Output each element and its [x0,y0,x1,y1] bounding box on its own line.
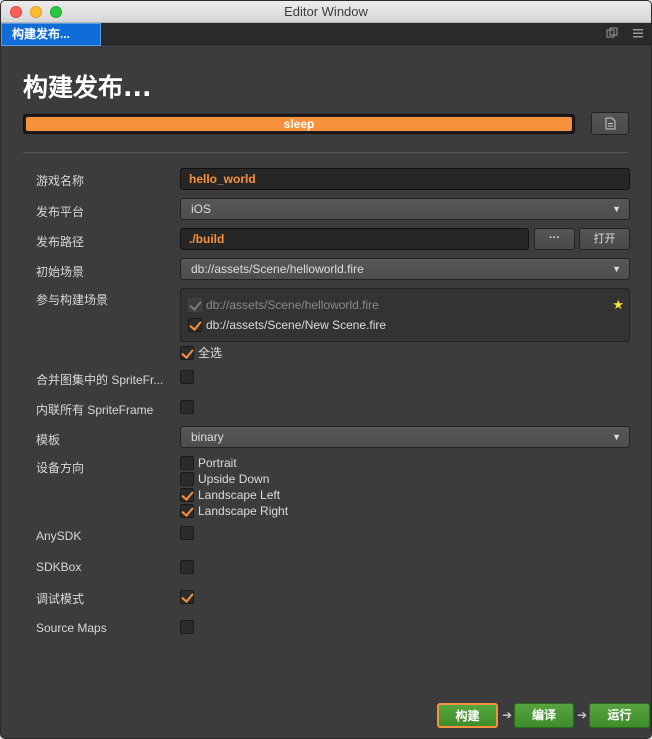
chevron-down-icon: ▼ [612,204,621,214]
select-all-label: 全选 [198,346,223,360]
template-label: 模板 [36,433,61,447]
game-name-input[interactable]: hello_world [180,168,630,190]
start-scene-label: 初始场景 [36,265,85,279]
scene-checkbox[interactable] [188,318,202,332]
landscape-left-checkbox[interactable] [180,488,194,502]
open-path-button[interactable]: 打开 [579,228,630,250]
landscape-left-label: Landscape Left [198,488,281,502]
tab-tools [605,27,645,41]
close-window-button[interactable] [10,6,22,18]
template-value: binary [191,430,224,444]
build-panel: 构建发布... sleep 游戏名称 hello_world 发布平台 iOS … [1,46,651,738]
orientation-landscape-left[interactable]: Landscape Left [180,488,280,502]
scene-path: db://assets/Scene/helloworld.fire [206,298,379,312]
window-title: Editor Window [284,4,368,19]
debug-mode-checkbox[interactable] [180,590,194,604]
orientation-label: 设备方向 [36,461,85,475]
template-select[interactable]: binary ▼ [180,426,630,448]
popout-icon[interactable] [605,27,619,41]
inline-spriteframe-checkbox[interactable] [180,400,194,414]
upside-down-checkbox[interactable] [180,472,194,486]
build-path-label: 发布路径 [36,235,85,249]
orientation-landscape-right[interactable]: Landscape Right [180,504,288,518]
orientation-upside-down[interactable]: Upside Down [180,472,269,486]
source-maps-checkbox[interactable] [180,620,194,634]
open-docs-button[interactable] [591,112,629,135]
game-name-label: 游戏名称 [36,174,85,188]
star-icon: ★ [612,297,624,312]
debug-mode-label: 调试模式 [36,592,85,606]
progress-status: sleep [283,117,315,131]
platform-value: iOS [191,202,212,216]
divider [23,152,629,153]
tab-build-publish[interactable]: 构建发布... [1,23,101,46]
editor-window: Editor Window 构建发布... 构建发布... sleep 游戏名称… [0,0,652,739]
build-progress-bar: sleep [23,114,575,134]
scene-item: db://assets/Scene/New Scene.fire [188,318,386,332]
anysdk-checkbox[interactable] [180,526,194,540]
merge-atlas-checkbox[interactable] [180,370,194,384]
document-icon [605,117,616,130]
select-all-option[interactable]: 全选 [180,344,222,361]
orientation-portrait[interactable]: Portrait [180,456,237,470]
upside-down-label: Upside Down [198,472,270,486]
compile-button[interactable]: 编译 [514,703,574,728]
merge-atlas-label: 合并图集中的 SpriteFr... [36,373,164,387]
inline-spriteframe-label: 内联所有 SpriteFrame [36,403,154,417]
included-scenes-label: 参与构建场景 [36,293,109,307]
build-button[interactable]: 构建 [437,703,498,728]
start-scene-value: db://assets/Scene/helloworld.fire [191,262,364,276]
menu-icon[interactable] [631,27,645,41]
title-bar: Editor Window [1,1,651,23]
start-scene-select[interactable]: db://assets/Scene/helloworld.fire ▼ [180,258,630,280]
maximize-window-button[interactable] [50,6,62,18]
minimize-window-button[interactable] [30,6,42,18]
portrait-label: Portrait [198,456,237,470]
select-all-checkbox[interactable] [180,345,194,360]
panel-heading: 构建发布... [23,73,152,102]
platform-label: 发布平台 [36,205,85,219]
anysdk-label: AnySDK [36,529,82,543]
chevron-down-icon: ▼ [612,432,621,442]
sdkbox-label: SDKBox [36,560,82,574]
arrow-right-icon: ➔ [502,708,513,722]
sdkbox-checkbox[interactable] [180,560,194,574]
scene-item: db://assets/Scene/helloworld.fire [188,298,379,312]
arrow-right-icon: ➔ [577,708,588,722]
platform-select[interactable]: iOS ▼ [180,198,630,220]
portrait-checkbox[interactable] [180,456,194,470]
chevron-down-icon: ▼ [612,264,621,274]
scene-list: db://assets/Scene/helloworld.fire ★ db:/… [180,288,630,342]
browse-path-button[interactable]: ··· [534,228,575,250]
build-path-input[interactable]: ./build [180,228,529,250]
landscape-right-label: Landscape Right [198,504,289,518]
run-button[interactable]: 运行 [589,703,650,728]
scene-path: db://assets/Scene/New Scene.fire [206,318,387,332]
tab-strip: 构建发布... [1,23,651,46]
landscape-right-checkbox[interactable] [180,504,194,518]
scene-checkbox [188,298,202,312]
source-maps-label: Source Maps [36,621,107,635]
